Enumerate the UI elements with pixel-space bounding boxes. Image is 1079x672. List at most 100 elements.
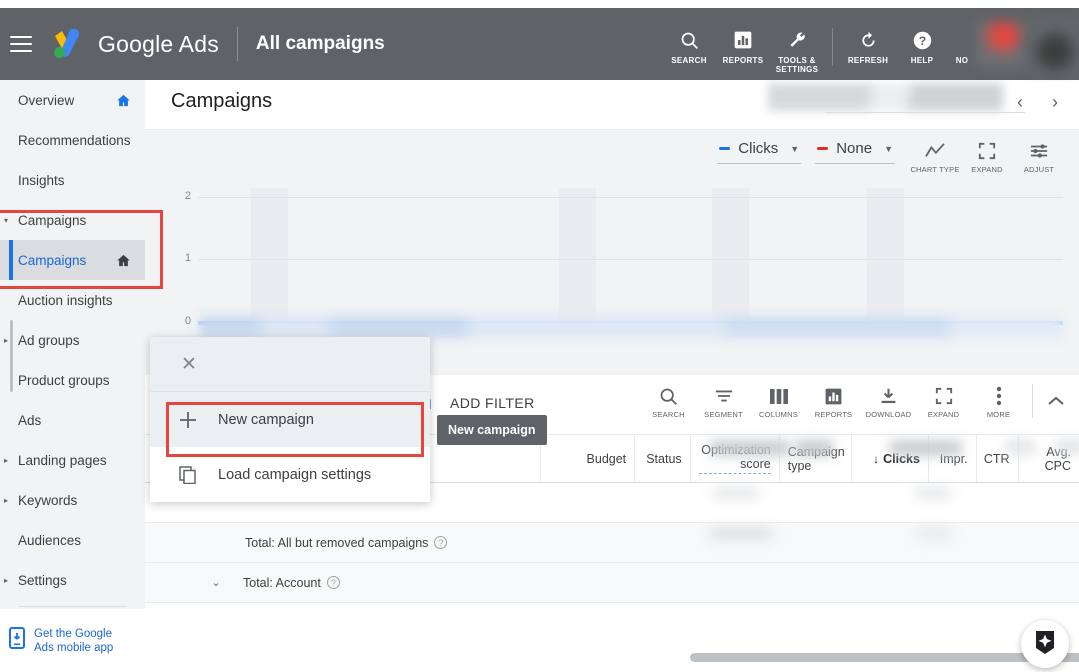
chevron-down-icon: ▾ bbox=[4, 215, 9, 225]
chevron-down-icon: ▼ bbox=[884, 143, 893, 154]
date-range-selector-redacted[interactable] bbox=[768, 83, 1003, 111]
mobile-phone-download-icon bbox=[8, 627, 26, 654]
expand-icon bbox=[978, 140, 996, 162]
page-header: Campaigns ‹ › bbox=[145, 80, 1079, 130]
date-prev-button[interactable]: ‹ bbox=[1006, 88, 1034, 116]
sidebar-item-label: Overview bbox=[18, 92, 75, 108]
appbar-action-divider bbox=[832, 28, 833, 66]
table-columns-button[interactable]: COLUMNS bbox=[751, 384, 806, 419]
chart-toolbar: Clicks ▼ None ▼ CHART TYPE EXPAND ADJUST bbox=[717, 140, 1065, 174]
chevron-right-icon: ▸ bbox=[4, 495, 9, 505]
metric-secondary-color-swatch bbox=[817, 147, 829, 150]
menu-item-load-campaign-settings[interactable]: Load campaign settings bbox=[150, 447, 430, 502]
appbar-tools-settings-button[interactable]: TOOLS & SETTINGS bbox=[770, 28, 824, 74]
more-vert-icon bbox=[996, 384, 1002, 408]
date-range-underline bbox=[825, 112, 1025, 113]
cell-redacted bbox=[1055, 440, 1079, 454]
help-icon[interactable]: ? bbox=[434, 536, 448, 549]
line-chart-icon bbox=[924, 140, 946, 162]
sidebar-item-campaigns[interactable]: Campaigns bbox=[0, 240, 145, 280]
columns-icon bbox=[769, 384, 789, 408]
google-ads-campaigns-page: Google Ads All campaigns SEARCH REPORTS bbox=[0, 0, 1079, 672]
sidebar-item-label: Product groups bbox=[18, 372, 110, 388]
page-title: Campaigns bbox=[171, 90, 273, 112]
y-axis-tick: 1 bbox=[184, 252, 191, 264]
sidebar-item-label: Ads bbox=[18, 412, 42, 428]
metric-primary-dropdown[interactable]: Clicks ▼ bbox=[717, 140, 802, 164]
metric-primary-label: Clicks bbox=[738, 140, 779, 157]
sidebar-item-ads[interactable]: Ads bbox=[0, 400, 145, 440]
sidebar-item-label: Campaigns bbox=[18, 252, 87, 268]
hamburger-menu-icon[interactable] bbox=[10, 36, 32, 52]
chevron-right-icon: ▸ bbox=[4, 335, 9, 345]
account-context-title: All campaigns bbox=[255, 33, 385, 54]
appbar-help-button[interactable]: ? HELP bbox=[895, 28, 949, 65]
table-horizontal-scrollbar[interactable] bbox=[690, 653, 1079, 662]
table-segment-label: SEGMENT bbox=[704, 410, 743, 419]
sparkle-star-icon bbox=[1031, 628, 1059, 661]
copy-icon bbox=[178, 465, 198, 484]
table-reports-button[interactable]: REPORTS bbox=[806, 384, 861, 419]
cell-redacted bbox=[1005, 440, 1035, 454]
sidebar-nav-list: Overview Recommendations Insights ▾ Camp… bbox=[0, 80, 145, 609]
table-expand-button[interactable]: EXPAND bbox=[916, 384, 971, 419]
metric-primary-underline bbox=[717, 163, 802, 164]
notifications-badge-redacted[interactable] bbox=[977, 22, 1025, 66]
add-filter-button[interactable]: ADD FILTER bbox=[450, 395, 535, 411]
sidebar-item-label: Auction insights bbox=[18, 292, 113, 308]
cell-redacted bbox=[915, 487, 951, 499]
expand-row-chevron-icon[interactable]: ⌄ bbox=[207, 576, 225, 589]
date-next-button[interactable]: › bbox=[1041, 88, 1069, 116]
get-mobile-app-link[interactable]: Get the Google Ads mobile app bbox=[0, 609, 145, 672]
help-icon[interactable]: ? bbox=[326, 576, 340, 589]
sidebar-item-insights[interactable]: Insights bbox=[0, 160, 145, 200]
appbar-refresh-button[interactable]: REFRESH bbox=[841, 28, 895, 65]
chart-type-button[interactable]: CHART TYPE bbox=[909, 140, 961, 174]
expand-icon bbox=[935, 384, 953, 408]
brand-label: Google Ads bbox=[98, 30, 219, 57]
sidebar-item-audiences[interactable]: Audiences bbox=[0, 520, 145, 560]
sidebar-group-ad-groups[interactable]: ▸ Ad groups bbox=[0, 320, 145, 360]
table-row-total-account: ⌄ Total: Account ? bbox=[145, 563, 1079, 603]
table-reports-label: REPORTS bbox=[814, 410, 853, 419]
appbar-search-label: SEARCH bbox=[671, 56, 707, 65]
chevron-right-icon: ▸ bbox=[4, 575, 9, 585]
gridline bbox=[198, 197, 1063, 198]
collapse-panel-button[interactable] bbox=[1039, 384, 1073, 418]
sidebar-item-overview[interactable]: Overview bbox=[0, 80, 145, 120]
sidebar-group-keywords[interactable]: ▸ Keywords bbox=[0, 480, 145, 520]
avatar[interactable] bbox=[1029, 22, 1079, 70]
metric-secondary-dropdown[interactable]: None ▼ bbox=[815, 140, 895, 164]
menu-item-new-campaign[interactable]: New campaign bbox=[150, 392, 430, 447]
sidebar-item-auction-insights[interactable]: Auction insights bbox=[0, 280, 145, 320]
weekend-band bbox=[251, 188, 288, 323]
appbar-notifications-button[interactable]: NO bbox=[949, 28, 975, 65]
menu-item-label: New campaign bbox=[218, 411, 314, 428]
home-icon bbox=[116, 93, 131, 108]
table-download-button[interactable]: DOWNLOAD bbox=[861, 384, 916, 419]
appbar-search-button[interactable]: SEARCH bbox=[662, 28, 716, 65]
reports-icon bbox=[824, 384, 843, 408]
table-search-label: SEARCH bbox=[652, 410, 685, 419]
sidebar-item-product-groups[interactable]: Product groups bbox=[0, 360, 145, 400]
close-icon[interactable]: ✕ bbox=[176, 351, 202, 377]
assistant-fab-button[interactable] bbox=[1021, 620, 1069, 668]
chart-expand-button[interactable]: EXPAND bbox=[961, 140, 1013, 174]
table-search-button[interactable]: SEARCH bbox=[641, 384, 696, 419]
sidebar-group-campaigns[interactable]: ▾ Campaigns bbox=[0, 200, 145, 240]
chevron-right-icon: ▸ bbox=[4, 455, 9, 465]
sidebar-group-settings[interactable]: ▸ Settings bbox=[0, 560, 145, 600]
search-icon bbox=[679, 28, 700, 52]
chart-adjust-button[interactable]: ADJUST bbox=[1013, 140, 1065, 174]
sidebar: Overview Recommendations Insights ▾ Camp… bbox=[0, 80, 145, 672]
table-segment-button[interactable]: SEGMENT bbox=[696, 384, 751, 419]
table-more-button[interactable]: MORE bbox=[971, 384, 1026, 419]
search-icon bbox=[658, 384, 679, 408]
appbar-reports-label: REPORTS bbox=[722, 56, 764, 65]
wrench-icon bbox=[787, 28, 808, 52]
table-columns-label: COLUMNS bbox=[759, 410, 798, 419]
appbar-reports-button[interactable]: REPORTS bbox=[716, 28, 770, 65]
plus-icon bbox=[178, 411, 198, 429]
sidebar-group-landing-pages[interactable]: ▸ Landing pages bbox=[0, 440, 145, 480]
sidebar-item-recommendations[interactable]: Recommendations bbox=[0, 120, 145, 160]
